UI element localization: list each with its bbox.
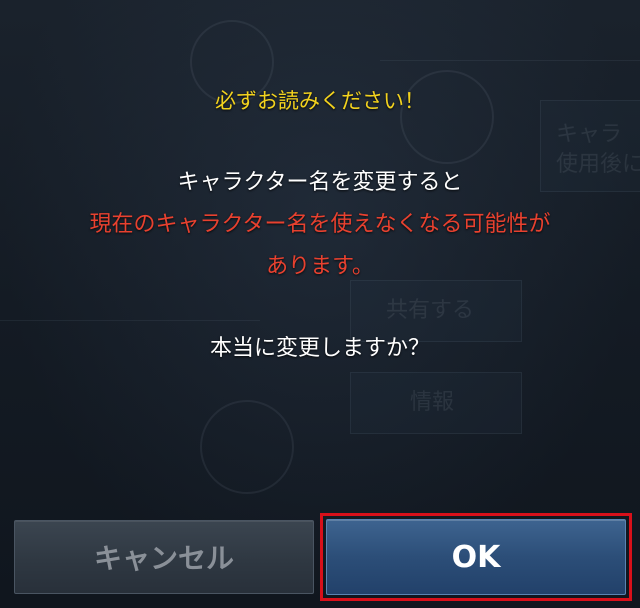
message-line-1: キャラクター名を変更すると [177,170,463,195]
ok-button[interactable]: OK [326,519,626,595]
message-line-3-alert: あります。 [266,254,374,279]
warning-title: 必ずお読みください！ [215,89,425,113]
game-screen: キャラ 使用後に 共有する 情報 必ずお読みください！ キャラクター名を変更する… [0,0,640,608]
message-line-2-alert: 現在のキャラクター名を使えなくなる可能性が [89,212,551,237]
rename-confirm-dialog: 必ずお読みください！ キャラクター名を変更すると 現在のキャラクター名を使えなく… [0,0,640,608]
confirm-question: 本当に変更しますか？ [209,336,430,361]
cancel-button[interactable]: キャンセル [14,520,314,594]
